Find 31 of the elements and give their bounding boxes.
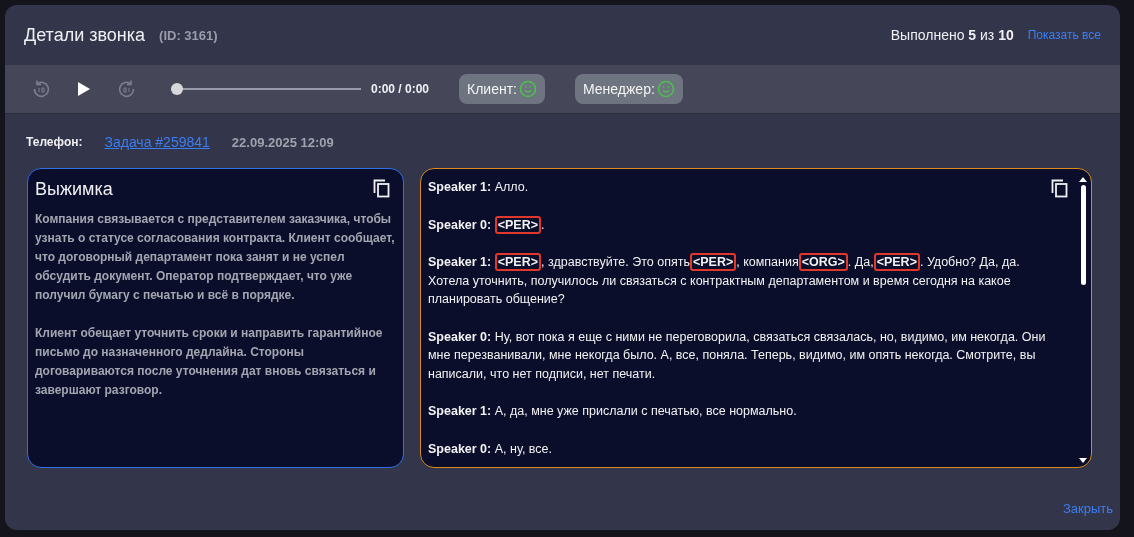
sentiment-label: Менеджер:: [583, 81, 655, 97]
seek-track[interactable]: [171, 83, 361, 95]
scrollbar[interactable]: [1079, 177, 1087, 463]
summary-paragraph: Клиент обещает уточнить сроки и направить гарантийное письмо до назначенного дедлайна. Стороны договариваются после уточнения дат вновь связаться и завершают разговор.: [35, 325, 384, 399]
call-datetime: 22.09.2025 12:09: [231, 134, 334, 150]
transcript-line: Speaker 0: А, ну, все.: [428, 440, 553, 458]
phone-label: Телефон:: [26, 135, 83, 149]
transcript-line: Speaker 1: А, да, мне уже прислали с печатью, все нормально.: [428, 403, 797, 420]
dialog-title: Детали звонка: [24, 24, 146, 46]
call-id: (ID: 3161): [159, 27, 218, 43]
summary-paragraph: Компания связывается с представителем заказчика, чтобы узнать о статусе согласования контракта. Клиент сообщает, что договорный департамент пока занят и не успел обсудить документ. Оператор подтверждает, что уже получил бумагу с печатью и всё в порядке.: [35, 211, 395, 304]
task-link[interactable]: Задача #259841: [104, 134, 210, 150]
play-icon: [77, 81, 91, 97]
close-link[interactable]: Закрыть: [1062, 501, 1113, 516]
rewind-icon: [31, 79, 51, 99]
show-all-link[interactable]: Показать все: [1027, 28, 1101, 42]
transcript-line: Speaker 0: Ну, вот пока я еще с ними не переговорила, связаться связалась, но, видимо, им некогда. Они мне перезванивали, мне некогда было. А, все, поняла. Теперь, видимо, им опять некогда. Смотрите, вы написали, что нет подписи, нет печати.: [428, 328, 1047, 383]
progress-text: Выполнено 5 из 10: [890, 27, 1014, 43]
playback-time: 0:00 / 0:00: [371, 82, 430, 96]
transcript-line: Speaker 1: <PER> , здравствуйте. Это опять <PER> , компания <ORG> . Да, <PER> . Удобно? Да, да. Хотела уточнить, получилось ли связаться с контрактным департаментом и время сегодня на какое планировать общение?: [428, 253, 1021, 308]
copy-icon[interactable]: [373, 179, 390, 198]
sentiment-label: Клиент:: [467, 81, 517, 97]
play-button[interactable]: [77, 81, 91, 97]
seek-thumb[interactable]: [171, 83, 183, 95]
transcript-line: Speaker 0: <PER> .: [428, 215, 545, 234]
scroll-down-icon[interactable]: [1079, 458, 1087, 463]
scroll-up-icon[interactable]: [1079, 177, 1087, 182]
copy-icon[interactable]: [1051, 179, 1068, 198]
forward-icon: [117, 79, 137, 99]
summary-title: Выжимка: [35, 179, 113, 200]
transcript-line: Speaker 1: Алло.: [428, 179, 529, 196]
